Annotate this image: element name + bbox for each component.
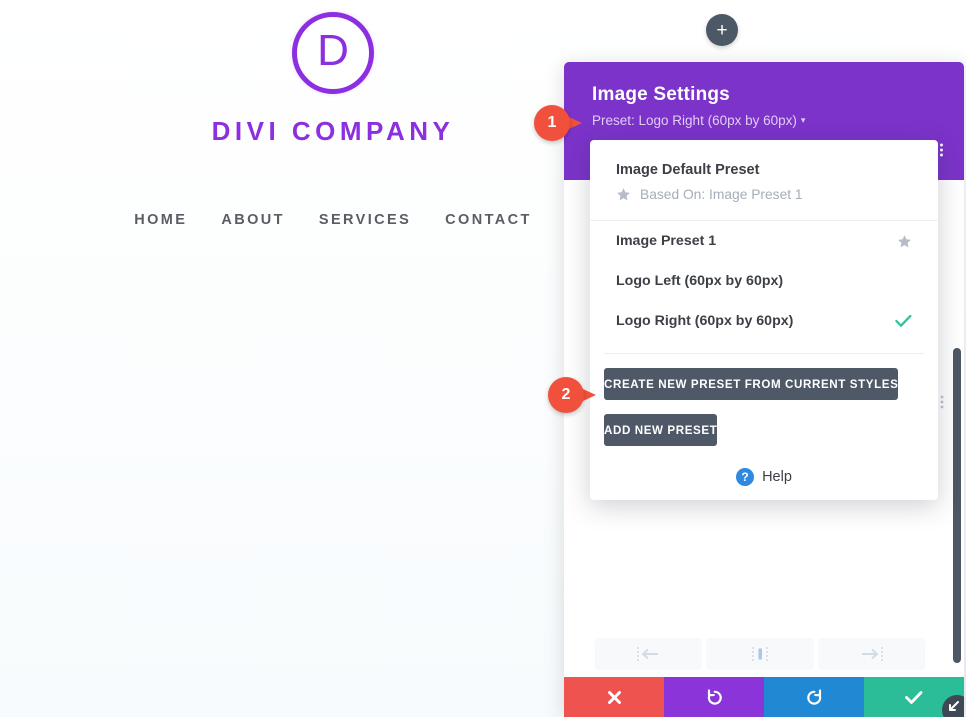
nav-item-contact[interactable]: CONTACT xyxy=(445,212,532,228)
divi-logo-icon: D xyxy=(292,12,374,94)
dropdown-divider xyxy=(604,353,924,354)
callout-badge-1: 1 xyxy=(534,105,582,141)
check-icon xyxy=(895,314,912,327)
callout-badge-2: 2 xyxy=(548,377,596,413)
modal-scrollbar[interactable] xyxy=(953,348,961,663)
check-icon xyxy=(905,690,923,704)
redo-icon xyxy=(806,688,821,705)
preset-default-subtitle-row: Based On: Image Preset 1 xyxy=(616,187,912,202)
resize-arrow-icon xyxy=(949,701,959,711)
add-module-button[interactable]: + xyxy=(706,14,738,46)
cancel-button[interactable] xyxy=(564,677,664,717)
page-title: Image Settings xyxy=(592,84,730,105)
align-left-button[interactable] xyxy=(595,638,703,670)
callout-number: 2 xyxy=(548,377,584,413)
undo-icon xyxy=(707,688,722,705)
app-root: D DIVI COMPANY HOME ABOUT SERVICES CONTA… xyxy=(0,0,966,717)
plus-icon: + xyxy=(716,19,728,41)
preset-selector-label: Preset: Logo Right (60px by 60px) xyxy=(592,113,797,128)
help-link[interactable]: ? Help xyxy=(590,468,938,486)
preset-item-label: Image Preset 1 xyxy=(616,233,717,249)
preset-dropdown-menu: Image Default Preset Based On: Image Pre… xyxy=(590,140,938,500)
redo-button[interactable] xyxy=(764,677,864,717)
modal-footer-toolbar xyxy=(564,677,964,717)
create-new-preset-button[interactable]: CREATE NEW PRESET FROM CURRENT STYLES xyxy=(604,368,899,400)
preset-item-logo-left[interactable]: Logo Left (60px by 60px) xyxy=(590,261,938,301)
logo-letter: D xyxy=(317,26,349,75)
preset-item-logo-right[interactable]: Logo Right (60px by 60px) xyxy=(590,301,938,341)
undo-button[interactable] xyxy=(664,677,764,717)
nav-item-services[interactable]: SERVICES xyxy=(319,212,411,228)
preset-item-image-preset-1[interactable]: Image Preset 1 xyxy=(590,221,938,261)
preset-selector[interactable]: Preset: Logo Right (60px by 60px) ▾ xyxy=(592,113,805,128)
align-right-button[interactable] xyxy=(817,638,925,670)
nav-item-about[interactable]: ABOUT xyxy=(221,212,285,228)
alignment-button-group xyxy=(595,638,925,670)
preset-default-title: Image Default Preset xyxy=(616,162,760,178)
help-label: Help xyxy=(762,469,792,485)
nav-item-home[interactable]: HOME xyxy=(134,212,187,228)
preset-item-label: Logo Right (60px by 60px) xyxy=(616,313,794,329)
preset-item-label: Logo Left (60px by 60px) xyxy=(616,273,784,289)
field-options-icon[interactable] xyxy=(940,395,944,414)
star-icon xyxy=(617,188,630,201)
star-icon xyxy=(898,234,911,247)
preset-default-section[interactable]: Image Default Preset Based On: Image Pre… xyxy=(590,140,938,221)
more-vertical-icon[interactable] xyxy=(939,142,944,158)
help-icon: ? xyxy=(736,468,755,486)
chevron-down-icon: ▾ xyxy=(800,115,806,125)
preset-default-subtitle: Based On: Image Preset 1 xyxy=(640,187,803,202)
add-new-preset-button[interactable]: ADD NEW PRESET xyxy=(604,414,718,446)
callout-number: 1 xyxy=(534,105,570,141)
align-center-button[interactable] xyxy=(706,638,814,670)
close-icon xyxy=(607,690,621,704)
